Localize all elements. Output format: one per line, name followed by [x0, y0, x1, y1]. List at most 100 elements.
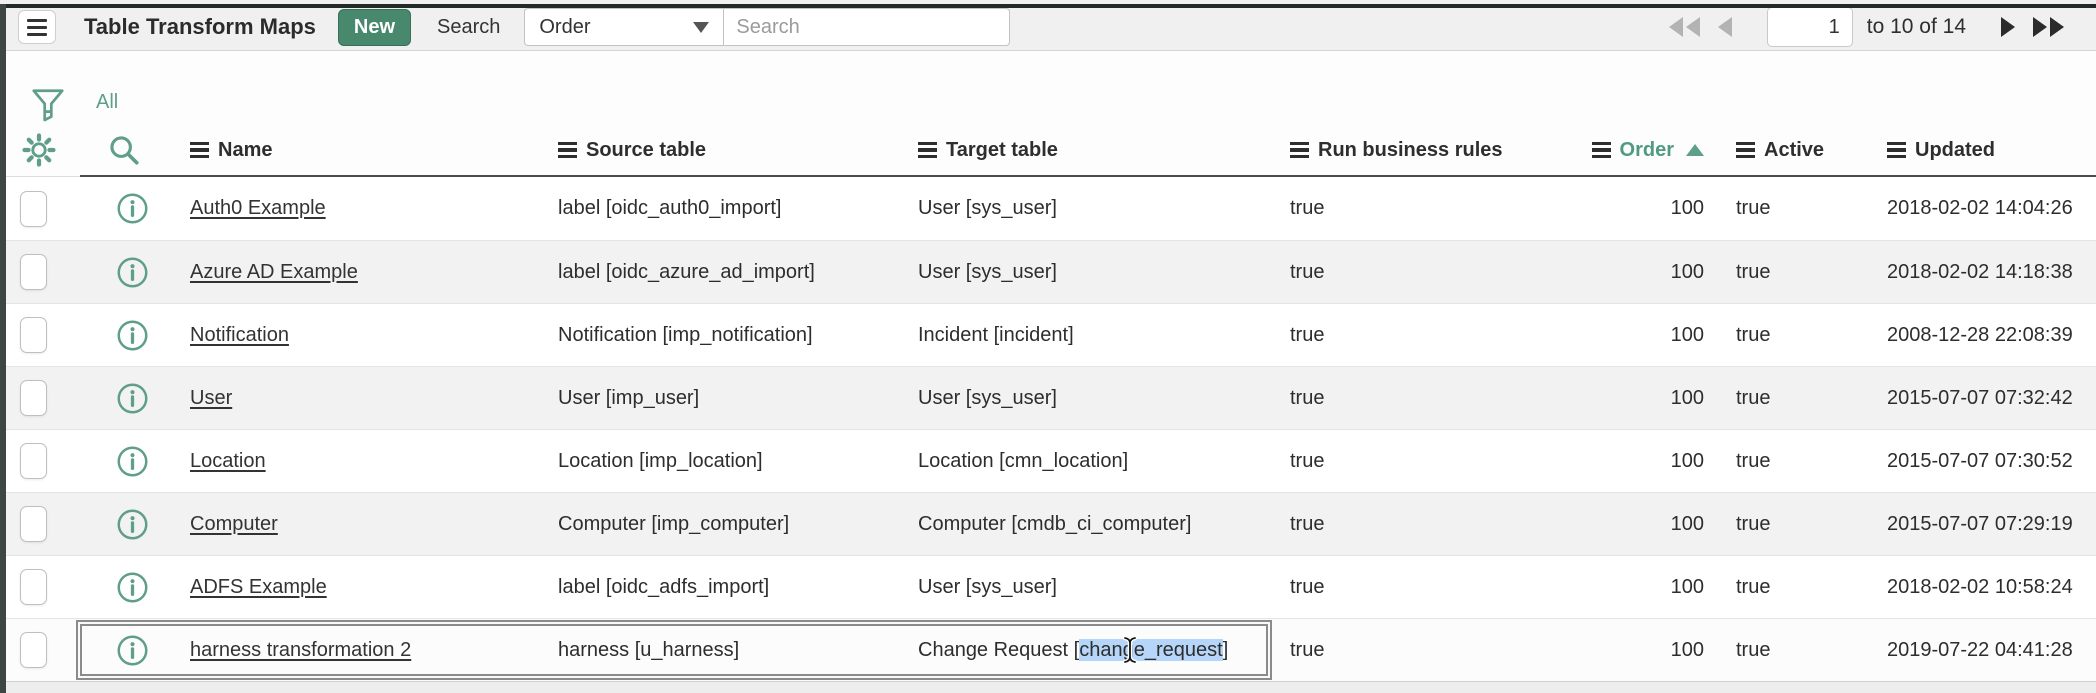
- info-circle-icon[interactable]: [116, 508, 149, 541]
- row-checkbox[interactable]: [20, 380, 47, 416]
- updated-cell[interactable]: 2018-02-02 10:58:24: [1854, 576, 2096, 599]
- row-checkbox[interactable]: [20, 632, 47, 668]
- updated-cell[interactable]: 2019-07-22 04:41:28: [1854, 639, 2096, 662]
- dropdown-arrow-icon: [693, 22, 709, 33]
- updated-cell[interactable]: 2015-07-07 07:32:42: [1854, 387, 2096, 410]
- run-business-rules-cell[interactable]: true: [1274, 639, 1558, 662]
- order-cell[interactable]: 100: [1558, 576, 1704, 599]
- run-business-rules-cell[interactable]: true: [1274, 513, 1558, 536]
- order-cell[interactable]: 100: [1558, 387, 1704, 410]
- info-circle-icon[interactable]: [116, 445, 149, 478]
- updated-cell[interactable]: 2015-07-07 07:30:52: [1854, 450, 2096, 473]
- column-header-name[interactable]: Name: [174, 139, 542, 162]
- info-circle-icon[interactable]: [116, 319, 149, 352]
- row-checkbox[interactable]: [20, 317, 47, 353]
- first-page-button[interactable]: [1661, 15, 1709, 39]
- next-page-icon: [1998, 15, 2018, 39]
- filter-breadcrumb-all[interactable]: All: [96, 91, 118, 114]
- column-header-updated[interactable]: Updated: [1854, 139, 2096, 162]
- column-search-toggle-cell[interactable]: [74, 133, 174, 167]
- row-checkbox[interactable]: [20, 191, 47, 227]
- source-table-cell[interactable]: label [oidc_auth0_import]: [542, 197, 902, 220]
- target-table-cell[interactable]: Location [cmn_location]: [902, 450, 1274, 473]
- window-top-edge: [0, 4, 2096, 8]
- column-header-source-table[interactable]: Source table: [542, 139, 902, 162]
- target-table-cell[interactable]: Incident [incident]: [902, 324, 1274, 347]
- row-checkbox[interactable]: [20, 569, 47, 605]
- updated-cell[interactable]: 2018-02-02 14:04:26: [1854, 197, 2096, 220]
- row-checkbox[interactable]: [20, 254, 47, 290]
- active-cell[interactable]: true: [1704, 639, 1854, 662]
- source-table-cell[interactable]: harness [u_harness]: [542, 639, 902, 662]
- column-menu-icon: [1887, 142, 1906, 159]
- active-cell[interactable]: true: [1704, 387, 1854, 410]
- funnel-icon[interactable]: [30, 87, 66, 123]
- record-name-link[interactable]: ADFS Example: [190, 576, 327, 598]
- info-circle-icon[interactable]: [116, 256, 149, 289]
- search-field-select[interactable]: Order: [524, 8, 724, 46]
- list-context-menu-button[interactable]: [18, 10, 56, 44]
- info-circle-icon[interactable]: [116, 571, 149, 604]
- record-name-link[interactable]: harness transformation 2: [190, 639, 411, 661]
- target-table-cell[interactable]: Change Request [change_request]: [902, 639, 1274, 662]
- source-table-cell[interactable]: Location [imp_location]: [542, 450, 902, 473]
- previous-page-button[interactable]: [1709, 15, 1741, 39]
- record-name-link[interactable]: Auth0 Example: [190, 197, 326, 219]
- order-cell[interactable]: 100: [1558, 513, 1704, 536]
- run-business-rules-cell[interactable]: true: [1274, 387, 1558, 410]
- active-cell[interactable]: true: [1704, 576, 1854, 599]
- run-business-rules-cell[interactable]: true: [1274, 450, 1558, 473]
- pagination: to 10 of 14: [1661, 7, 2072, 47]
- record-name-link[interactable]: Computer: [190, 513, 278, 535]
- column-header-active[interactable]: Active: [1704, 139, 1854, 162]
- record-name-link[interactable]: User: [190, 387, 232, 409]
- source-table-cell[interactable]: Computer [imp_computer]: [542, 513, 902, 536]
- order-cell[interactable]: 100: [1558, 197, 1704, 220]
- order-cell[interactable]: 100: [1558, 261, 1704, 284]
- run-business-rules-cell[interactable]: true: [1274, 324, 1558, 347]
- highlighted-text-selection[interactable]: change_request: [1079, 639, 1222, 661]
- active-cell[interactable]: true: [1704, 197, 1854, 220]
- updated-cell[interactable]: 2018-02-02 14:18:38: [1854, 261, 2096, 284]
- run-business-rules-cell[interactable]: true: [1274, 576, 1558, 599]
- run-business-rules-cell[interactable]: true: [1274, 261, 1558, 284]
- source-table-cell[interactable]: label [oidc_adfs_import]: [542, 576, 902, 599]
- target-table-cell[interactable]: User [sys_user]: [902, 576, 1274, 599]
- source-table-cell[interactable]: label [oidc_azure_ad_import]: [542, 261, 902, 284]
- row-checkbox[interactable]: [20, 506, 47, 542]
- active-cell[interactable]: true: [1704, 450, 1854, 473]
- run-business-rules-cell[interactable]: true: [1274, 197, 1558, 220]
- target-table-cell[interactable]: Computer [cmdb_ci_computer]: [902, 513, 1274, 536]
- search-input[interactable]: [724, 8, 1010, 46]
- column-menu-icon: [1736, 142, 1755, 159]
- column-header-run-business-rules[interactable]: Run business rules: [1274, 139, 1558, 162]
- active-cell[interactable]: true: [1704, 324, 1854, 347]
- record-name-link[interactable]: Azure AD Example: [190, 261, 358, 283]
- updated-cell[interactable]: 2015-07-07 07:29:19: [1854, 513, 2096, 536]
- info-circle-icon[interactable]: [116, 192, 149, 225]
- row-checkbox[interactable]: [20, 443, 47, 479]
- order-cell[interactable]: 100: [1558, 450, 1704, 473]
- target-table-cell[interactable]: User [sys_user]: [902, 387, 1274, 410]
- next-page-button[interactable]: [1992, 15, 2024, 39]
- target-table-cell[interactable]: User [sys_user]: [902, 261, 1274, 284]
- table-row: Computer Computer [imp_computer] Compute…: [6, 492, 2096, 555]
- info-circle-icon[interactable]: [116, 382, 149, 415]
- record-name-link[interactable]: Location: [190, 450, 266, 472]
- target-table-cell[interactable]: User [sys_user]: [902, 197, 1274, 220]
- active-cell[interactable]: true: [1704, 513, 1854, 536]
- source-table-cell[interactable]: Notification [imp_notification]: [542, 324, 902, 347]
- source-table-cell[interactable]: User [imp_user]: [542, 387, 902, 410]
- column-header-order-sorted[interactable]: Order: [1558, 139, 1704, 162]
- record-name-link[interactable]: Notification: [190, 324, 289, 346]
- new-button[interactable]: New: [338, 9, 411, 46]
- updated-cell[interactable]: 2008-12-28 22:08:39: [1854, 324, 2096, 347]
- active-cell[interactable]: true: [1704, 261, 1854, 284]
- last-page-button[interactable]: [2024, 15, 2072, 39]
- column-header-target-table[interactable]: Target table: [902, 139, 1274, 162]
- order-cell[interactable]: 100: [1558, 324, 1704, 347]
- personalize-list-cell[interactable]: [6, 133, 74, 167]
- info-circle-icon[interactable]: [116, 634, 149, 667]
- order-cell[interactable]: 100: [1558, 639, 1704, 662]
- current-page-input[interactable]: [1767, 7, 1853, 47]
